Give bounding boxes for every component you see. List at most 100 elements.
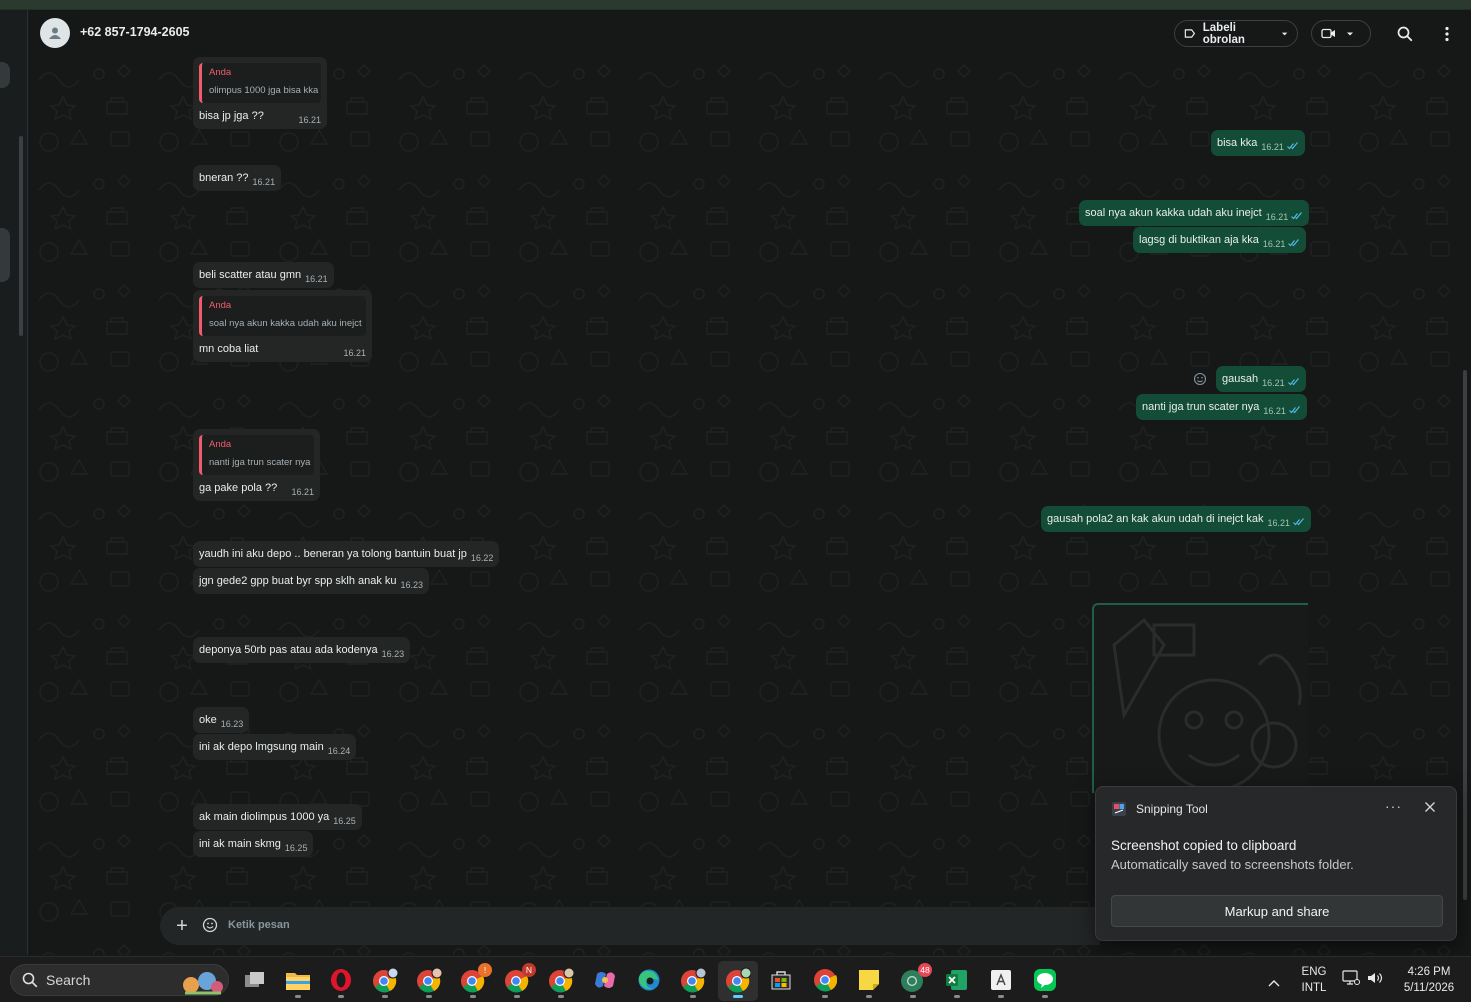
sidebar-scrollbar[interactable]: [19, 136, 23, 336]
running-indicator: [514, 995, 520, 998]
running-indicator: [822, 995, 828, 998]
message-bubble-outgoing[interactable]: nanti jga trun scater nya 16.21: [1136, 394, 1307, 420]
message-bubble-incoming[interactable]: Anda olimpus 1000 jga bisa kka bisa jp j…: [193, 57, 327, 129]
markup-and-share-button[interactable]: Markup and share: [1111, 895, 1443, 927]
attach-plus-icon[interactable]: +: [172, 916, 192, 936]
message-bubble-incoming[interactable]: Anda soal nya akun kakka udah aku inejct…: [193, 290, 372, 362]
message-bubble-outgoing[interactable]: soal nya akun kakka udah aku inejct 16.21: [1079, 200, 1310, 226]
volume-icon[interactable]: [1367, 971, 1383, 990]
input-language-indicator[interactable]: ENG INTL: [1297, 964, 1331, 996]
message-bubble-incoming[interactable]: ini ak main skmg 16.25: [193, 831, 314, 857]
double-check-icon: [1293, 516, 1305, 530]
message-bubble-outgoing[interactable]: gausah 16.21: [1216, 366, 1306, 392]
file-explorer-icon[interactable]: [283, 965, 313, 995]
message-text: bisa jp jga ??: [199, 110, 264, 122]
message-bubble-incoming[interactable]: yaudh ini aku depo .. beneran ya tolong …: [193, 541, 500, 567]
chrome-icon[interactable]: [810, 965, 840, 995]
chrome-profile-icon[interactable]: N: [502, 963, 536, 995]
excel-icon[interactable]: [942, 965, 972, 995]
task-view-icon[interactable]: [240, 965, 270, 995]
running-indicator: [690, 995, 696, 998]
text-editor-icon[interactable]: [986, 965, 1016, 995]
quoted-message[interactable]: Anda soal nya akun kakka udah aku inejct: [199, 296, 366, 336]
chrome-profile-icon[interactable]: 48: [898, 963, 932, 995]
message-text: gausah: [1222, 373, 1259, 385]
message-text: lagsg di buktikan aja kka: [1139, 234, 1259, 246]
message-time: 16.21: [291, 487, 314, 497]
opera-browser-icon[interactable]: [326, 965, 356, 995]
microsoft-store-icon[interactable]: [766, 965, 796, 995]
language-code: ENG: [1301, 966, 1327, 978]
sidebar-tab[interactable]: [0, 228, 10, 282]
chevron-down-icon: [1281, 32, 1288, 35]
line-messenger-icon[interactable]: [1030, 965, 1060, 995]
message-bubble-outgoing[interactable]: bisa kka 16.21: [1211, 130, 1305, 156]
quoted-message[interactable]: Anda nanti jga trun scater nya: [199, 435, 314, 475]
chrome-profile-icon[interactable]: !: [458, 963, 492, 995]
message-bubble-incoming[interactable]: bneran ?? 16.21: [193, 165, 282, 191]
label-chat-button[interactable]: Labeli obrolan: [1174, 20, 1298, 47]
message-bubble-incoming[interactable]: deponya 50rb pas atau ada kodenya 16.23: [193, 637, 411, 663]
message-text: gausah pola2 an kak akun udah di inejct …: [1047, 513, 1264, 525]
message-bubble-incoming[interactable]: jgn gede2 gpp buat byr spp sklh anak ku 1…: [193, 568, 430, 594]
close-icon[interactable]: [1424, 800, 1436, 818]
more-options-icon[interactable]: ···: [1385, 798, 1402, 814]
message-input[interactable]: Ketik pesan: [228, 919, 290, 931]
message-bubble-incoming[interactable]: Anda nanti jga trun scater nya ga pake p…: [193, 429, 320, 501]
double-check-icon: [1287, 376, 1300, 390]
edge-browser-icon[interactable]: [634, 965, 664, 995]
message-bubble-incoming[interactable]: ini ak depo lmgsung main 16.24: [193, 734, 357, 760]
copilot-icon[interactable]: [590, 965, 620, 995]
message-bubble-incoming[interactable]: beli scatter atau gmn 16.21: [193, 262, 334, 288]
chrome-profile-icon[interactable]: [414, 965, 444, 995]
image-message-preview[interactable]: [1092, 603, 1308, 793]
message-time: 16.21: [1261, 142, 1284, 152]
search-button[interactable]: [1395, 24, 1415, 44]
chat-scrollbar[interactable]: [1463, 370, 1467, 900]
quoted-message[interactable]: Anda olimpus 1000 jga bisa kka: [199, 63, 321, 103]
chrome-profile-icon[interactable]: [370, 965, 400, 995]
message-bubble-outgoing[interactable]: lagsg di buktikan aja kka 16.21: [1133, 227, 1307, 253]
active-indicator: [733, 995, 743, 998]
quoted-author: Anda: [209, 67, 232, 78]
search-highlight-illustration-icon: [183, 972, 223, 995]
taskbar-search-box[interactable]: Search: [10, 964, 229, 996]
message-text: ga pake pola ??: [199, 482, 278, 494]
message-time: 16.22: [470, 553, 494, 563]
search-icon: [1397, 26, 1413, 42]
running-indicator: [998, 995, 1004, 998]
running-indicator: [1042, 995, 1048, 998]
message-time: 16.25: [284, 843, 308, 853]
sticky-notes-icon[interactable]: [854, 965, 884, 995]
chrome-profile-icon-active[interactable]: [723, 965, 753, 995]
emoji-react-icon[interactable]: [1193, 372, 1207, 391]
taskbar-clock[interactable]: 4:26 PM 5/11/2026: [1396, 964, 1462, 996]
contact-name[interactable]: +62 857-1794-2605: [80, 25, 189, 39]
tray-chevron-up-icon[interactable]: [1268, 974, 1280, 992]
taskbar-search-label: Search: [46, 972, 91, 988]
sidebar-tab[interactable]: [0, 62, 10, 88]
double-check-icon: [1287, 140, 1299, 154]
sticker-icon[interactable]: [202, 917, 218, 938]
clock-time: 4:26 PM: [1407, 966, 1451, 978]
message-bubble-incoming[interactable]: oke 16.23: [193, 707, 250, 733]
video-call-button[interactable]: [1311, 20, 1371, 47]
message-time: 16.21: [1267, 518, 1291, 528]
message-bubble-incoming[interactable]: ak main diolimpus 1000 ya 16.25: [193, 804, 362, 830]
chrome-profile-icon[interactable]: [546, 965, 576, 995]
snipping-tool-notification[interactable]: Snipping Tool ··· Screenshot copied to c…: [1095, 786, 1457, 941]
notification-subtitle: Automatically saved to screenshots folde…: [1111, 857, 1354, 872]
message-time: 16.21: [1263, 406, 1286, 416]
message-text: soal nya akun kakka udah aku inejct: [1085, 207, 1262, 219]
running-indicator: [910, 995, 916, 998]
running-indicator: [954, 995, 960, 998]
avatar[interactable]: [40, 18, 70, 48]
running-indicator: [558, 995, 564, 998]
message-bubble-outgoing[interactable]: gausah pola2 an kak akun udah di inejct …: [1041, 506, 1312, 532]
menu-button[interactable]: [1437, 24, 1457, 44]
network-icon[interactable]: [1342, 970, 1360, 991]
message-time: 16.24: [327, 746, 351, 756]
chrome-profile-icon[interactable]: [678, 965, 708, 995]
running-indicator: [426, 995, 432, 998]
message-time: 16.21: [1262, 239, 1286, 249]
